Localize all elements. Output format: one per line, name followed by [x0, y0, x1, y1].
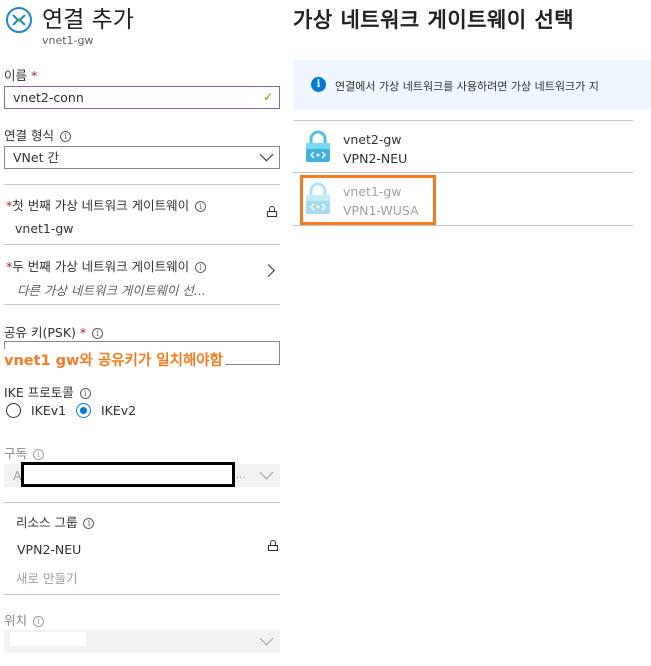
gateway-resource-group: VPN2-NEU: [343, 151, 408, 166]
info-icon: i: [33, 616, 45, 627]
ikev2-label[interactable]: IKEv2: [101, 403, 136, 418]
second-gateway-label[interactable]: *두 번째 가상 네트워크 게이트웨이 i: [6, 256, 207, 275]
divider: [4, 502, 280, 503]
info-icon[interactable]: i: [79, 388, 91, 399]
chevron-down-icon: [259, 631, 274, 646]
radio-ikev2[interactable]: [76, 403, 91, 418]
divider: [4, 304, 280, 305]
info-banner: i 연결에서 가상 네트워크를 사용하려면 가상 네트워크가 지: [293, 60, 651, 110]
chevron-down-icon: [259, 147, 274, 162]
divider: [4, 244, 280, 245]
annotation-highlight-box: [300, 175, 436, 225]
resource-group-label: 리소스 그룹 i: [16, 512, 95, 531]
create-new-link: 새로 만들기: [16, 571, 78, 586]
valid-check-icon: ✓: [262, 90, 273, 104]
blade-subtitle: vnet1-gw: [42, 34, 94, 47]
second-gateway-picker[interactable]: 다른 가상 네트워크 게이트웨이 선...: [17, 280, 206, 299]
gateway-lock-icon: [306, 130, 330, 162]
first-gateway-value: vnet1-gw: [15, 221, 74, 236]
blade-title: 연결 추가: [42, 7, 134, 33]
info-icon: i: [33, 449, 45, 460]
location-label: 위치 i: [4, 610, 45, 629]
annotation-note: vnet1 gw와 공유키가 일치해야함: [4, 349, 225, 370]
name-input[interactable]: vnet2-conn ✓: [4, 86, 280, 109]
add-connection-blade: 연결 추가 vnet1-gw 이름 * vnet2-conn ✓ 연결 형식 i …: [0, 0, 284, 666]
info-icon[interactable]: i: [83, 518, 95, 529]
radio-ikev1[interactable]: [6, 403, 21, 418]
lock-icon: [267, 206, 277, 217]
connection-type-label: 연결 형식 i: [4, 125, 71, 144]
connection-icon: [6, 7, 32, 33]
chevron-right-icon[interactable]: [262, 264, 275, 277]
gateway-row[interactable]: vnet2-gw VPN2-NEU: [293, 120, 633, 173]
required-marker: *: [31, 68, 38, 83]
info-icon[interactable]: i: [92, 328, 104, 339]
select-gateway-title: 가상 네트워크 게이트웨이 선택: [293, 8, 575, 32]
subscription-overflow: ...: [236, 470, 246, 481]
info-icon[interactable]: i: [195, 262, 207, 273]
divider: [4, 594, 280, 595]
info-icon[interactable]: i: [195, 201, 207, 212]
subscription-label: 구독 i: [4, 443, 45, 462]
info-icon: i: [311, 77, 326, 92]
connection-type-select[interactable]: VNet 간: [4, 146, 280, 169]
ikev1-label[interactable]: IKEv1: [31, 403, 66, 418]
redaction-fill: [10, 632, 86, 646]
redaction-fill: [24, 465, 232, 484]
resource-group-value: VPN2-NEU: [17, 542, 82, 557]
info-icon[interactable]: i: [59, 131, 71, 142]
ike-label: IKE 프로토콜 i: [4, 382, 91, 401]
divider: [4, 184, 280, 185]
chevron-down-icon: [259, 465, 274, 480]
first-gateway-label: *첫 번째 가상 네트워크 게이트웨이 i: [6, 195, 207, 214]
shared-key-label: 공유 키(PSK) * i: [4, 322, 104, 341]
info-banner-text: 연결에서 가상 네트워크를 사용하려면 가상 네트워크가 지: [335, 80, 599, 93]
name-label: 이름 *: [4, 68, 38, 83]
gateway-name: vnet2-gw: [343, 132, 402, 147]
lock-icon: [268, 540, 278, 551]
